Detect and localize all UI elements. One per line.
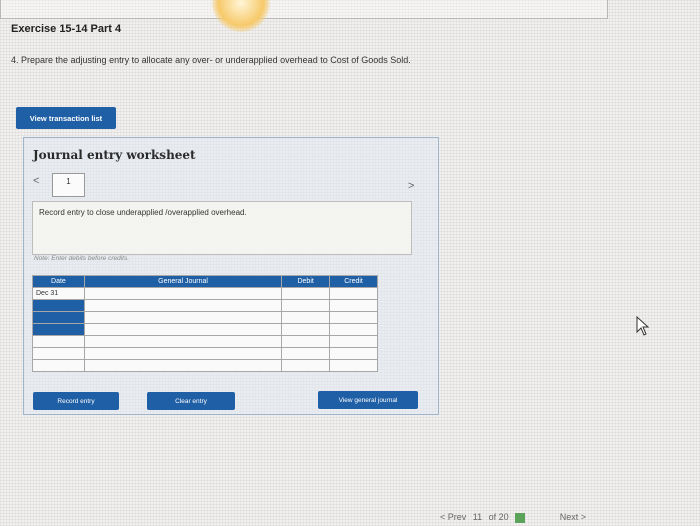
mouse-cursor-icon xyxy=(636,316,650,336)
debit-cell[interactable] xyxy=(281,299,331,312)
journal-table: Date General Journal Debit Credit Dec 31 xyxy=(32,275,378,372)
view-general-journal-button[interactable]: View general journal xyxy=(318,391,418,409)
debit-cell[interactable] xyxy=(281,359,331,372)
credit-cell[interactable] xyxy=(329,287,378,300)
table-row xyxy=(32,311,378,324)
table-row xyxy=(32,335,378,348)
date-cell[interactable] xyxy=(32,347,85,360)
debit-cell[interactable] xyxy=(281,347,331,360)
debit-cell[interactable] xyxy=(281,335,331,348)
table-row xyxy=(32,347,378,360)
table-row xyxy=(32,359,378,372)
top-frame xyxy=(0,0,608,19)
account-cell[interactable] xyxy=(83,311,283,324)
table-row xyxy=(32,323,378,336)
date-cell[interactable] xyxy=(32,323,85,336)
account-cell[interactable] xyxy=(83,287,283,300)
clear-entry-button[interactable]: Clear entry xyxy=(147,392,235,410)
view-transaction-list-button[interactable]: View transaction list xyxy=(16,107,116,129)
header-general-journal: General Journal xyxy=(83,275,283,288)
credit-cell[interactable] xyxy=(329,359,378,372)
credit-cell[interactable] xyxy=(329,323,378,336)
grid-icon[interactable] xyxy=(515,512,526,523)
date-cell[interactable] xyxy=(32,311,85,324)
debit-cell[interactable] xyxy=(281,287,331,300)
date-cell[interactable]: Dec 31 xyxy=(32,287,85,300)
worksheet-title: Journal entry worksheet xyxy=(33,148,196,162)
credit-cell[interactable] xyxy=(329,335,378,348)
credit-cell[interactable] xyxy=(329,347,378,360)
prev-page-button[interactable]: < Prev xyxy=(440,512,466,522)
account-cell[interactable] xyxy=(83,359,283,372)
account-cell[interactable] xyxy=(83,299,283,312)
header-debit: Debit xyxy=(281,275,331,288)
table-row xyxy=(32,299,378,312)
date-cell[interactable] xyxy=(32,359,85,372)
next-entry-button[interactable]: > xyxy=(408,180,414,192)
entry-description: Record entry to close underapplied /over… xyxy=(39,208,247,217)
debit-cell[interactable] xyxy=(281,311,331,324)
page-total: of 20 xyxy=(488,512,509,522)
header-credit: Credit xyxy=(329,275,378,288)
record-entry-button[interactable]: Record entry xyxy=(33,392,119,410)
pagination-footer: < Prev 11 of 20 Next > xyxy=(440,512,590,523)
debit-cell[interactable] xyxy=(281,323,331,336)
header-date: Date xyxy=(32,275,85,288)
credit-cell[interactable] xyxy=(329,299,378,312)
date-cell[interactable] xyxy=(32,335,85,348)
account-cell[interactable] xyxy=(83,335,283,348)
table-header-row: Date General Journal Debit Credit xyxy=(32,275,378,288)
account-cell[interactable] xyxy=(83,323,283,336)
entry-tab-1[interactable]: 1 xyxy=(52,173,85,197)
table-row: Dec 31 xyxy=(32,287,378,300)
date-cell[interactable] xyxy=(32,299,85,312)
current-page: 11 xyxy=(472,512,483,522)
note-text: Note: Enter debits before credits. xyxy=(34,255,130,262)
next-page-button[interactable]: Next > xyxy=(560,512,586,522)
light-glare xyxy=(212,0,270,32)
instruction-text: 4. Prepare the adjusting entry to alloca… xyxy=(11,55,411,65)
account-cell[interactable] xyxy=(83,347,283,360)
credit-cell[interactable] xyxy=(329,311,378,324)
exercise-title: Exercise 15-14 Part 4 xyxy=(11,23,122,35)
prev-entry-button[interactable]: < xyxy=(33,175,39,187)
